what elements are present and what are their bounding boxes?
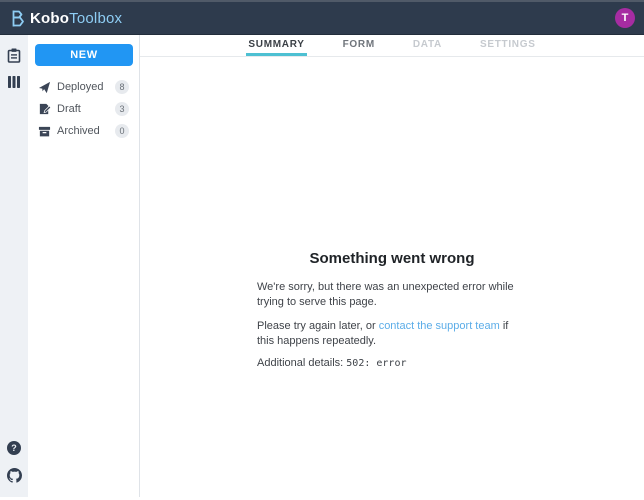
kobotoolbox-logo[interactable]: KoboToolbox (10, 9, 122, 28)
logo-text: KoboToolbox (30, 10, 122, 27)
kobo-logo-icon (10, 9, 25, 28)
sidebar-item-label: Draft (57, 103, 115, 115)
error-details-code: 502: error (346, 358, 406, 369)
sidebar-item-label: Archived (57, 125, 115, 137)
error-line-2-prefix: Please try again later, or (257, 320, 379, 332)
sidebar-item-deployed[interactable]: Deployed 8 (35, 76, 132, 98)
sidebar-item-label: Deployed (57, 81, 115, 93)
contact-support-link[interactable]: contact the support team (379, 320, 500, 332)
sidebar-item-archived[interactable]: Archived 0 (35, 120, 132, 142)
error-line-2: Please try again later, or contact the s… (257, 319, 527, 349)
form-tabbar: SUMMARY FORM DATA SETTINGS (140, 35, 644, 57)
error-line-1: We're sorry, but there was an unexpected… (257, 280, 527, 310)
error-details-label: Additional details: (257, 357, 346, 369)
top-header: KoboToolbox T (0, 0, 644, 35)
error-message-block: Something went wrong We're sorry, but th… (257, 250, 527, 369)
logo-toolbox: Toolbox (69, 10, 122, 27)
tab-form[interactable]: FORM (341, 35, 377, 56)
new-button[interactable]: NEW (35, 44, 133, 66)
paper-plane-icon (38, 81, 51, 94)
projects-sidebar: NEW Deployed 8 Draft (28, 35, 140, 497)
library-icon[interactable] (6, 74, 22, 90)
archived-count-badge: 0 (115, 124, 129, 138)
main-content: SUMMARY FORM DATA SETTINGS Something wen… (140, 35, 644, 497)
tab-data: DATA (411, 35, 444, 56)
project-status-list: Deployed 8 Draft 3 (35, 76, 132, 142)
tab-summary[interactable]: SUMMARY (246, 35, 306, 56)
github-icon[interactable] (6, 467, 22, 483)
help-icon[interactable]: ? (6, 440, 22, 456)
deployed-count-badge: 8 (115, 80, 129, 94)
user-avatar[interactable]: T (615, 8, 635, 28)
error-title: Something went wrong (257, 250, 527, 267)
pencil-document-icon (38, 103, 51, 116)
nav-icon-rail: ? (0, 35, 28, 497)
error-details: Additional details: 502: error (257, 357, 527, 369)
archive-box-icon (38, 125, 51, 138)
sidebar-item-draft[interactable]: Draft 3 (35, 98, 132, 120)
tab-settings: SETTINGS (478, 35, 538, 56)
projects-icon[interactable] (6, 47, 22, 63)
draft-count-badge: 3 (115, 102, 129, 116)
logo-kobo: Kobo (30, 10, 69, 27)
